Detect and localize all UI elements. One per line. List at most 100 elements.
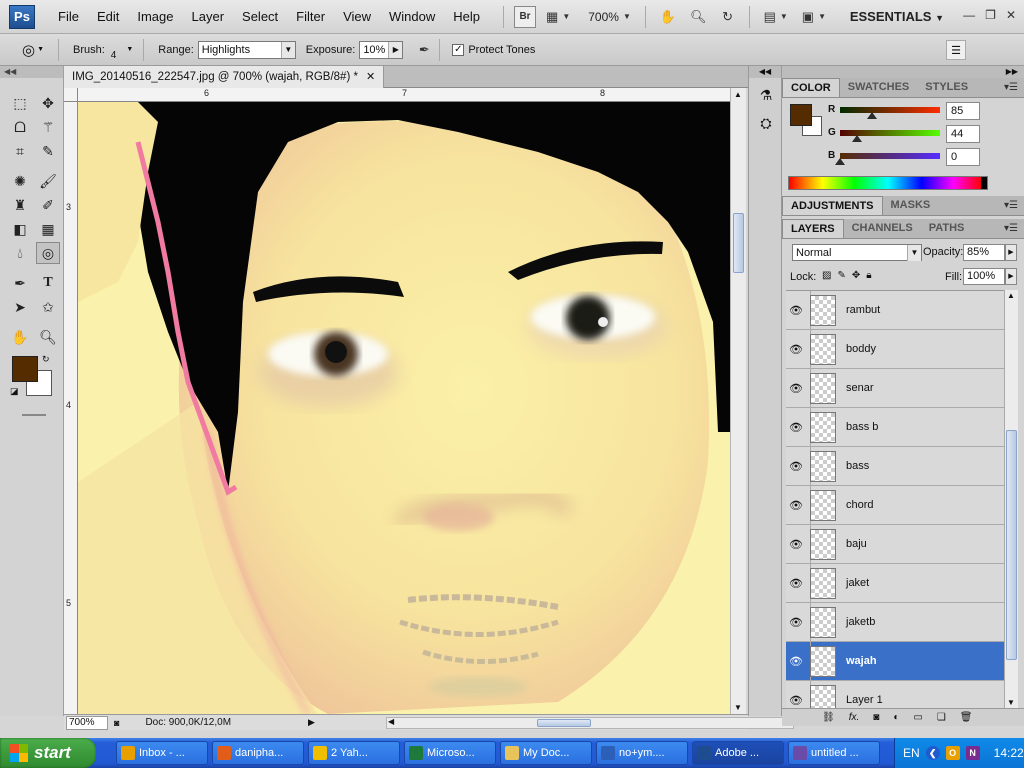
- visibility-eye-icon[interactable]: 👁︎: [786, 655, 806, 668]
- layer-name[interactable]: jaketb: [846, 616, 875, 628]
- hand-tool-button[interactable]: ✋: [656, 6, 680, 28]
- taskbar-button[interactable]: no+ym....: [596, 741, 688, 765]
- chevron-right-icon[interactable]: ▶: [1005, 244, 1017, 261]
- layer-row[interactable]: 👁︎ bass: [786, 447, 1004, 486]
- taskbar-button[interactable]: Microso...: [404, 741, 496, 765]
- visibility-eye-icon[interactable]: 👁︎: [786, 538, 806, 551]
- lock-all-icon[interactable]: 🔒︎: [866, 270, 871, 281]
- scroll-left-icon[interactable]: ◀: [388, 717, 394, 726]
- restore-icon[interactable]: ❐: [985, 8, 996, 22]
- red-track[interactable]: [840, 107, 940, 113]
- layer-row[interactable]: 👁︎ rambut: [786, 291, 1004, 330]
- type-tool[interactable]: T: [36, 272, 60, 294]
- close-icon[interactable]: ✕: [366, 66, 375, 88]
- adjustment-layer-icon[interactable]: ◐: [893, 712, 899, 723]
- arrange-documents-button[interactable]: ▤ ▼: [760, 6, 792, 28]
- brush-tool[interactable]: 🖌︎: [36, 170, 60, 192]
- bridge-button[interactable]: Br: [514, 5, 537, 28]
- layer-row[interactable]: 👁︎ wajah: [786, 642, 1004, 681]
- tab-paths[interactable]: PATHS: [921, 219, 973, 238]
- lock-pixels-icon[interactable]: ✎: [837, 270, 845, 281]
- horizontal-scrollbar[interactable]: ◀ ▶: [386, 717, 794, 729]
- airbrush-button[interactable]: ✒: [413, 39, 435, 61]
- red-value-input[interactable]: 85: [946, 102, 980, 120]
- language-indicator[interactable]: EN: [903, 746, 920, 760]
- tab-layers[interactable]: LAYERS: [782, 219, 844, 238]
- menu-edit[interactable]: Edit: [88, 0, 128, 34]
- visibility-eye-icon[interactable]: 👁︎: [786, 694, 806, 707]
- view-extras-button[interactable]: ▦ ▼: [542, 6, 574, 28]
- layer-name[interactable]: rambut: [846, 304, 880, 316]
- tool-preset-picker[interactable]: ◎ ▼: [12, 38, 54, 62]
- onenote-tray-icon[interactable]: N: [965, 746, 980, 760]
- tab-adjustments[interactable]: ADJUSTMENTS: [782, 196, 883, 215]
- green-thumb[interactable]: [852, 135, 862, 142]
- visibility-eye-icon[interactable]: 👁︎: [786, 577, 806, 590]
- layer-name[interactable]: chord: [846, 499, 874, 511]
- menu-window[interactable]: Window: [380, 0, 444, 34]
- close-icon[interactable]: ✕: [1006, 8, 1016, 22]
- tools-collapse-bar[interactable]: ◀◀: [0, 66, 63, 78]
- blend-mode-select[interactable]: Normal ▼: [792, 244, 922, 261]
- status-zoom-field[interactable]: 700%: [66, 715, 108, 730]
- status-proof-icon[interactable]: ◙: [114, 718, 119, 728]
- layer-name[interactable]: senar: [846, 382, 874, 394]
- panel-toggle-button[interactable]: ☰: [946, 40, 966, 60]
- lasso-tool[interactable]: ᗝ: [8, 116, 32, 138]
- visibility-eye-icon[interactable]: 👁︎: [786, 343, 806, 356]
- ruler-origin[interactable]: [64, 88, 78, 102]
- visibility-eye-icon[interactable]: 👁︎: [786, 460, 806, 473]
- lock-position-icon[interactable]: ✥: [852, 270, 860, 281]
- swap-colors-icon[interactable]: ↻: [42, 354, 50, 365]
- healing-brush-tool[interactable]: ✺: [8, 170, 32, 192]
- visibility-eye-icon[interactable]: 👁︎: [786, 499, 806, 512]
- layer-row[interactable]: 👁︎ baju: [786, 525, 1004, 564]
- menu-filter[interactable]: Filter: [287, 0, 334, 34]
- foreground-color-swatch[interactable]: [12, 356, 38, 382]
- layer-row[interactable]: 👁︎ boddy: [786, 330, 1004, 369]
- blue-track[interactable]: [840, 153, 940, 159]
- panel-menu-icon[interactable]: ▾☰: [1004, 200, 1018, 211]
- marquee-tool[interactable]: ⬚: [8, 92, 32, 114]
- document-tab[interactable]: IMG_20140516_222547.jpg @ 700% (wajah, R…: [64, 66, 385, 88]
- menu-image[interactable]: Image: [128, 0, 182, 34]
- brush-size[interactable]: 4: [111, 50, 117, 61]
- layer-row[interactable]: 👁︎ senar: [786, 369, 1004, 408]
- layer-row[interactable]: 👁︎ Layer 1: [786, 681, 1004, 708]
- move-tool[interactable]: ✥: [36, 92, 60, 114]
- clone-stamp-tool[interactable]: ♜: [8, 194, 32, 216]
- protect-tones-checkbox[interactable]: ✓: [452, 43, 465, 56]
- menu-file[interactable]: File: [49, 0, 88, 34]
- tab-swatches[interactable]: SWATCHES: [840, 78, 918, 97]
- default-colors-icon[interactable]: ◪: [10, 386, 19, 397]
- taskbar-button[interactable]: 2 Yah...: [308, 741, 400, 765]
- scroll-down-icon[interactable]: ▼: [734, 703, 742, 712]
- scroll-down-icon[interactable]: ▼: [1007, 698, 1015, 707]
- taskbar-button[interactable]: untitled ...: [788, 741, 880, 765]
- tab-channels[interactable]: CHANNELS: [844, 219, 921, 238]
- new-group-icon[interactable]: ▭: [913, 712, 922, 723]
- minimize-icon[interactable]: —: [963, 8, 975, 22]
- layer-name[interactable]: Layer 1: [846, 694, 883, 706]
- taskbar-button[interactable]: My Doc...: [500, 741, 592, 765]
- fill-input[interactable]: 100%: [963, 268, 1005, 285]
- rotate-view-button[interactable]: ↻: [717, 6, 739, 28]
- pen-tool[interactable]: ✒: [8, 272, 32, 294]
- menu-layer[interactable]: Layer: [183, 0, 234, 34]
- hand-tool[interactable]: ✋: [8, 326, 32, 348]
- actions-panel-button[interactable]: ⛭: [754, 112, 778, 134]
- layer-row[interactable]: 👁︎ jaket: [786, 564, 1004, 603]
- zoom-tool-button[interactable]: 🔍︎: [686, 6, 711, 28]
- layer-row[interactable]: 👁︎ jaketb: [786, 603, 1004, 642]
- taskbar-button[interactable]: Adobe ...: [692, 741, 784, 765]
- tab-color[interactable]: COLOR: [782, 78, 840, 97]
- tab-styles[interactable]: STYLES: [917, 78, 976, 97]
- layer-row[interactable]: 👁︎ bass b: [786, 408, 1004, 447]
- visibility-eye-icon[interactable]: 👁︎: [786, 382, 806, 395]
- scroll-thumb[interactable]: [537, 719, 591, 727]
- blur-tool[interactable]: 💧︎: [8, 242, 32, 264]
- chevron-right-icon[interactable]: ▶: [1005, 268, 1017, 285]
- workspace-switcher[interactable]: ESSENTIALS ▼: [850, 0, 944, 35]
- link-layers-icon[interactable]: ⛓: [822, 712, 835, 723]
- menu-help[interactable]: Help: [444, 0, 489, 34]
